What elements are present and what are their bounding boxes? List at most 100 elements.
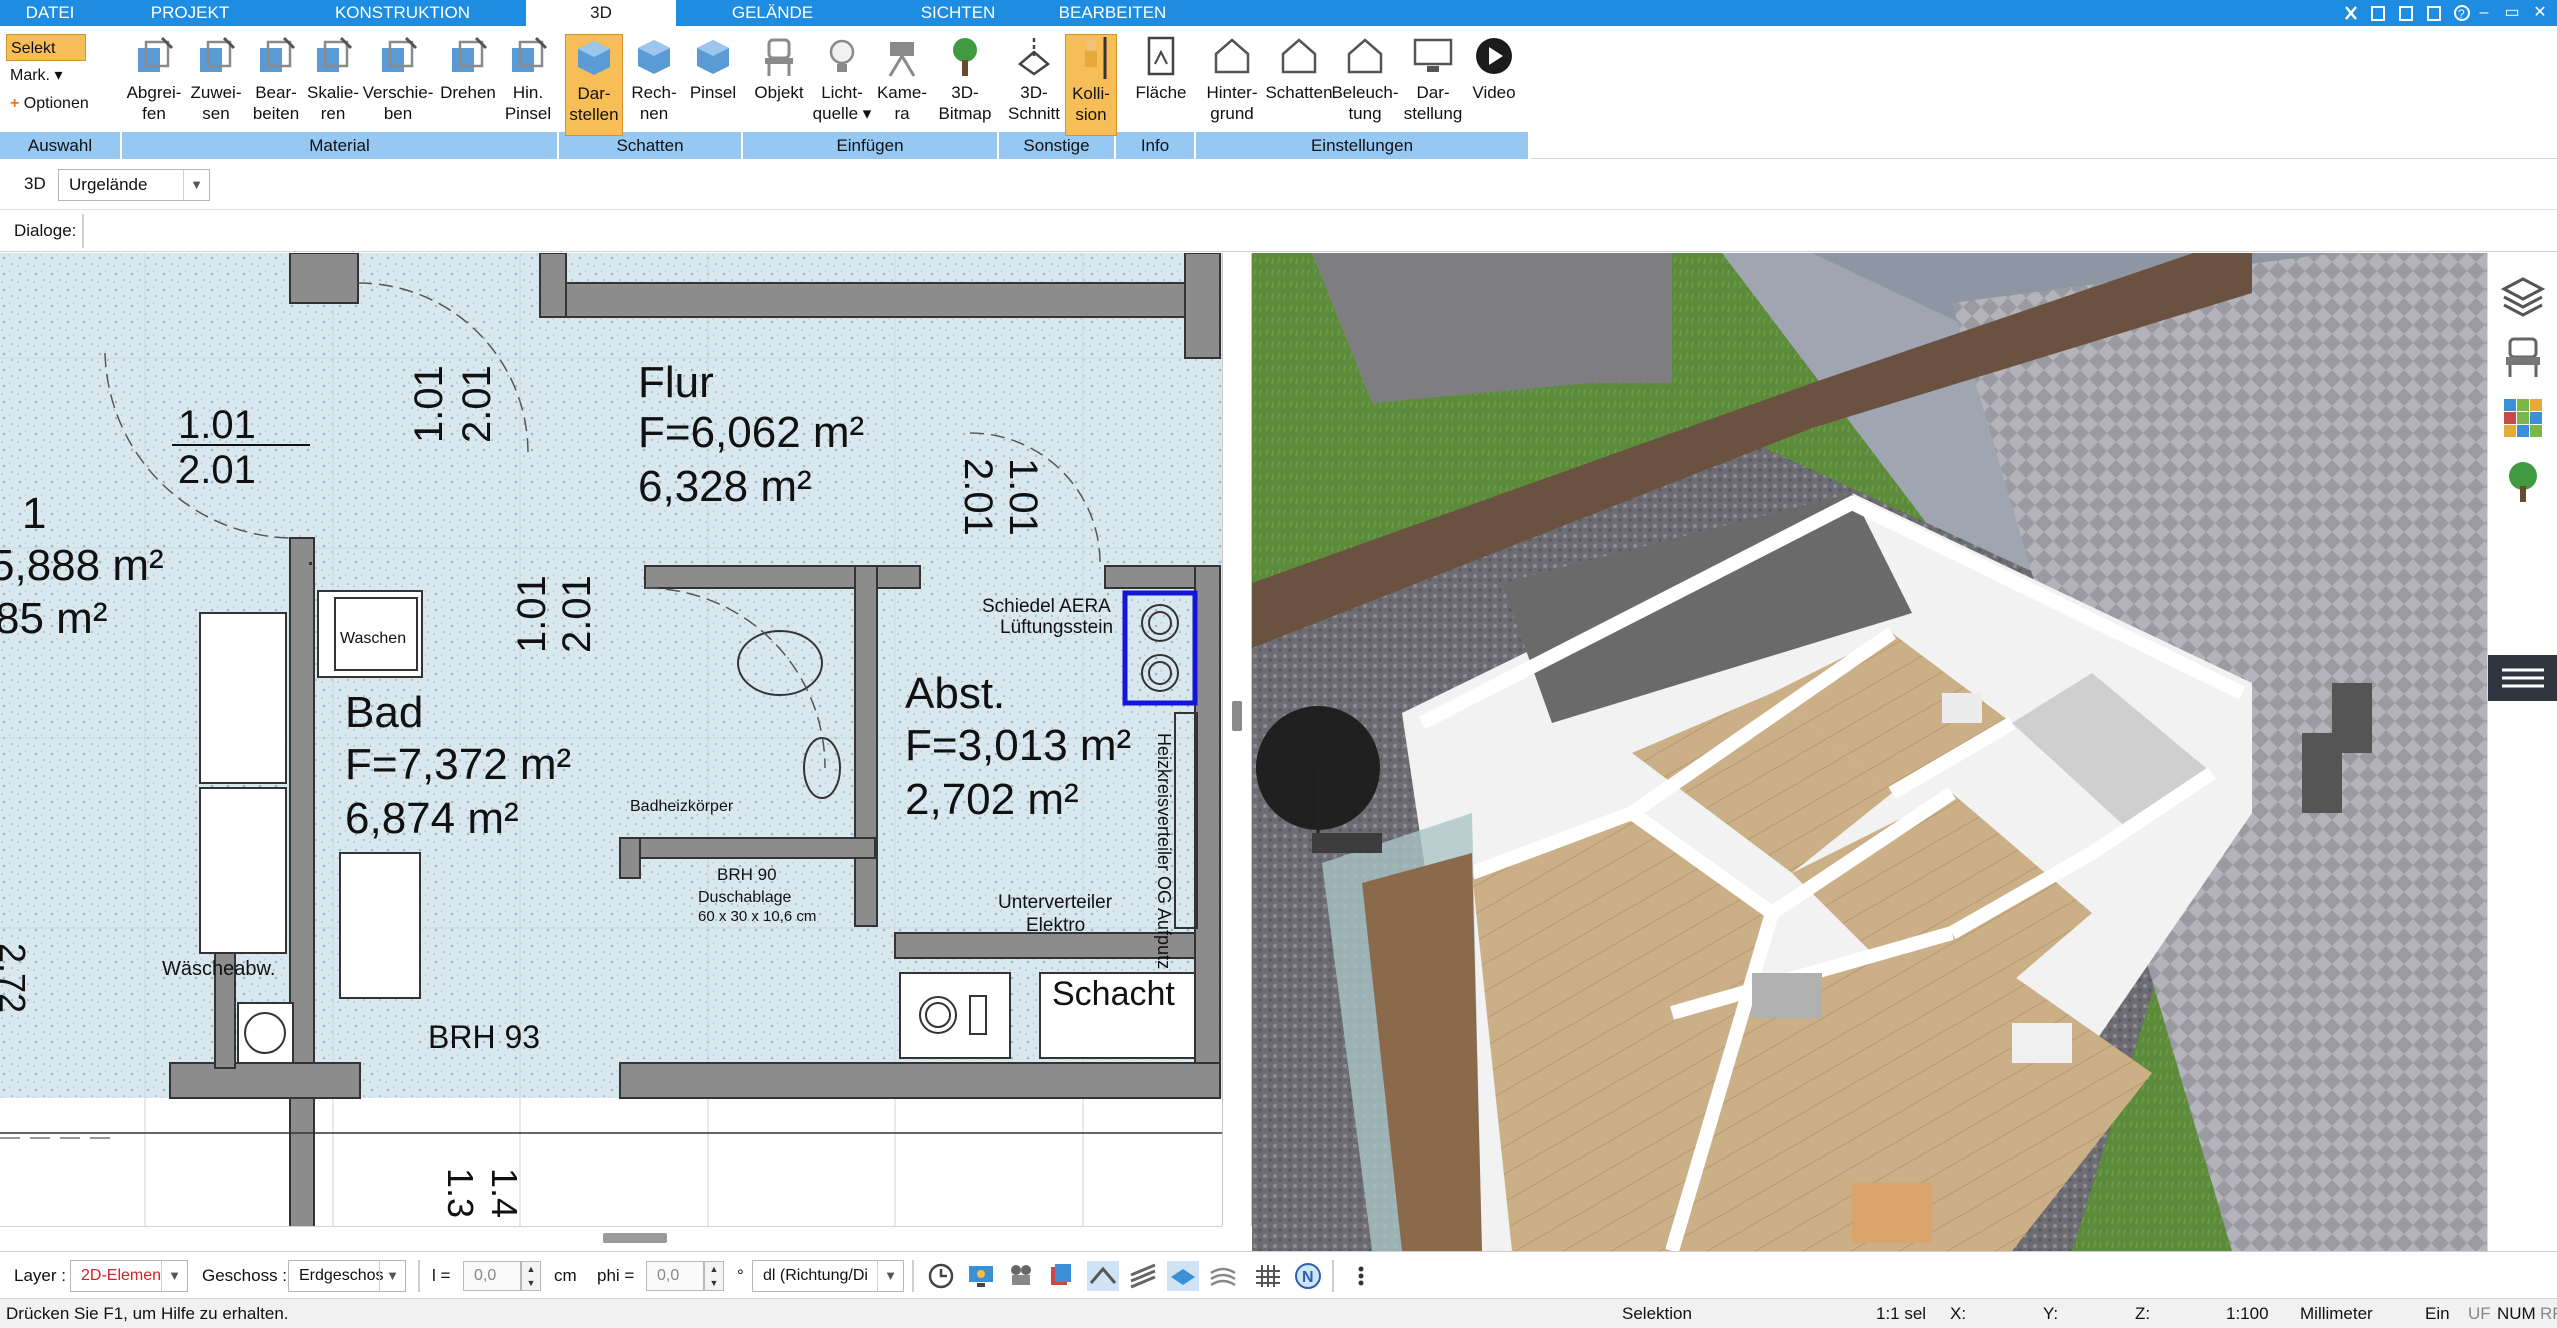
button-label: Fläche bbox=[1135, 83, 1187, 102]
select-button[interactable]: Selekt bbox=[6, 34, 86, 61]
chair-icon[interactable] bbox=[2500, 333, 2546, 379]
button-label-2: ben bbox=[383, 104, 413, 123]
phi-stepper[interactable]: ▲ ▼ bbox=[704, 1261, 724, 1291]
floor-plan-2d[interactable]: Flur F=6,062 m² 6,328 m² Bad F=7,372 m² … bbox=[0, 253, 1222, 1226]
splitter-handle[interactable] bbox=[1232, 701, 1242, 731]
y-coord: Y: bbox=[2043, 1304, 2059, 1323]
calc-shadows-button[interactable]: Rech-nen bbox=[625, 34, 683, 136]
options-button[interactable]: + Optionen bbox=[6, 90, 116, 117]
layer-select[interactable]: 2D-Elemen ▼ bbox=[70, 1260, 188, 1292]
button-label: Abgrei- bbox=[126, 83, 182, 102]
plan-hscrollbar[interactable] bbox=[0, 1226, 1222, 1251]
degree-label: ° bbox=[737, 1266, 744, 1285]
insert-object-button[interactable]: Objekt bbox=[750, 34, 808, 136]
uf-status: UF bbox=[2468, 1304, 2491, 1323]
minimize-button[interactable]: – bbox=[2472, 2, 2496, 24]
floor-icon[interactable] bbox=[1167, 1261, 1199, 1291]
view-toolbar: 3D Urgelände ▼ bbox=[0, 160, 2557, 210]
hatch-icon[interactable] bbox=[1127, 1261, 1159, 1291]
viewport-3d[interactable] bbox=[1252, 253, 2487, 1251]
door-dim-4: 2.01 bbox=[455, 365, 499, 443]
geschoss-select[interactable]: Erdgeschos ▼ bbox=[288, 1260, 406, 1292]
insert-bitmap-button[interactable]: 3D- Bitmap bbox=[935, 34, 995, 136]
display-button[interactable]: Dar-stellung bbox=[1400, 34, 1466, 136]
view-splitter[interactable] bbox=[1222, 253, 1252, 1226]
button-label-2: stellen bbox=[569, 105, 619, 124]
more-options-icon[interactable] bbox=[1345, 1261, 1377, 1291]
video-button[interactable]: Video bbox=[1465, 34, 1523, 136]
button-label: Video bbox=[1472, 83, 1516, 102]
insert-camera-button[interactable]: Kame-ra bbox=[872, 34, 932, 136]
button-label: Licht- bbox=[821, 83, 863, 102]
lighting-button[interactable]: Beleuch-tung bbox=[1330, 34, 1400, 136]
north-icon[interactable]: N bbox=[1292, 1261, 1324, 1291]
button-label-2: sion bbox=[1075, 105, 1107, 124]
length-input[interactable]: 0,0 bbox=[463, 1261, 521, 1291]
terrain-select[interactable]: Urgelände ▼ bbox=[58, 169, 210, 201]
tab-konstruktion[interactable]: KONSTRUKTION bbox=[320, 0, 485, 26]
tab-3d[interactable]: 3D bbox=[526, 0, 676, 28]
shade-icon[interactable] bbox=[1207, 1261, 1239, 1291]
show-shadows-button[interactable]: Dar-stellen bbox=[565, 34, 623, 136]
shadow-settings-button[interactable]: Schatten bbox=[1265, 34, 1333, 136]
restore-button[interactable]: ▭ bbox=[2500, 2, 2524, 24]
scrollbar-thumb[interactable] bbox=[603, 1233, 667, 1243]
camera-icon[interactable] bbox=[1005, 1261, 1037, 1291]
insert-object-icon bbox=[765, 38, 793, 76]
scene-3d bbox=[1252, 253, 2487, 1251]
geschoss-label: Geschoss : bbox=[202, 1266, 288, 1285]
clock-icon[interactable] bbox=[925, 1261, 957, 1291]
assign-material-button[interactable]: Zuwei-sen bbox=[186, 34, 246, 136]
pick-material-button[interactable]: Abgrei-fen bbox=[124, 34, 184, 136]
quick-access-icons[interactable]: ? bbox=[2342, 3, 2492, 23]
length-stepper[interactable]: ▲ ▼ bbox=[521, 1261, 541, 1291]
tree-icon[interactable] bbox=[2500, 458, 2546, 504]
label-brh90: BRH 90 bbox=[717, 865, 777, 884]
collision-button[interactable]: Kolli-sion bbox=[1065, 34, 1117, 136]
section-3d-button[interactable]: 3D- Schnitt bbox=[1005, 34, 1063, 136]
scale-material-button[interactable]: Skalie-ren bbox=[304, 34, 362, 136]
chevron-down-icon: ▼ bbox=[379, 1261, 405, 1291]
shadow-brush-button[interactable]: Pinsel bbox=[685, 34, 741, 136]
room-name-bad: Bad bbox=[345, 688, 423, 737]
label-waescheabw: Wäscheabw. bbox=[162, 958, 275, 980]
mark-button[interactable]: Mark. ▾ bbox=[6, 62, 96, 89]
panel-toggle-button[interactable] bbox=[2488, 655, 2557, 701]
direction-select[interactable]: dl (Richtung/Di ▼ bbox=[752, 1260, 904, 1292]
book-icon[interactable] bbox=[1045, 1261, 1077, 1291]
button-label-2: beiten bbox=[252, 104, 300, 123]
label-duschablage: Duschablage bbox=[698, 889, 792, 906]
tab-projekt[interactable]: PROJEKT bbox=[130, 0, 250, 26]
section-3d-icon bbox=[1017, 38, 1051, 76]
tab-gelaende[interactable]: GELÄNDE bbox=[710, 0, 835, 26]
display-icon bbox=[1413, 38, 1453, 72]
wall-view-icon[interactable] bbox=[1087, 1261, 1119, 1291]
ribbon: Selekt Mark. ▾ + Optionen Auswahl Materi… bbox=[0, 26, 2557, 159]
group-material: Material bbox=[122, 132, 559, 159]
room-name-flur: Flur bbox=[638, 358, 714, 407]
button-label: Kame- bbox=[876, 83, 928, 102]
edit-material-button[interactable]: Bear-beiten bbox=[246, 34, 306, 136]
move-material-button[interactable]: Verschie-ben bbox=[362, 34, 434, 136]
monitor-icon[interactable] bbox=[965, 1261, 997, 1291]
door-dim-3: 1.01 bbox=[407, 365, 451, 443]
tab-datei[interactable]: DATEI bbox=[0, 0, 100, 26]
button-label: Drehen bbox=[440, 83, 496, 102]
phi-input[interactable]: 0,0 bbox=[646, 1261, 704, 1291]
tab-bearbeiten[interactable]: BEARBEITEN bbox=[1050, 0, 1175, 26]
close-button[interactable]: ✕ bbox=[2528, 2, 2552, 24]
room-area-bad: F=7,372 m² bbox=[345, 740, 571, 789]
x-coord: X: bbox=[1950, 1304, 1967, 1323]
layers-icon[interactable] bbox=[2500, 273, 2546, 319]
group-einfuegen: Einfügen bbox=[743, 132, 999, 159]
dialogs-label: Dialoge: bbox=[14, 221, 77, 240]
button-label: Zuwei- bbox=[190, 83, 242, 102]
rotate-material-button[interactable]: Drehen bbox=[440, 34, 496, 136]
material-palette-icon[interactable] bbox=[2500, 395, 2546, 441]
hint-brush-button[interactable]: Hin. Pinsel bbox=[500, 34, 556, 136]
grid-icon[interactable] bbox=[1252, 1261, 1284, 1291]
tab-sichten[interactable]: SICHTEN bbox=[898, 0, 1018, 26]
area-info-button[interactable]: Fläche bbox=[1130, 34, 1192, 136]
insert-light-button[interactable]: Licht-quelle ▾ bbox=[810, 34, 874, 136]
background-button[interactable]: Hinter-grund bbox=[1200, 34, 1264, 136]
